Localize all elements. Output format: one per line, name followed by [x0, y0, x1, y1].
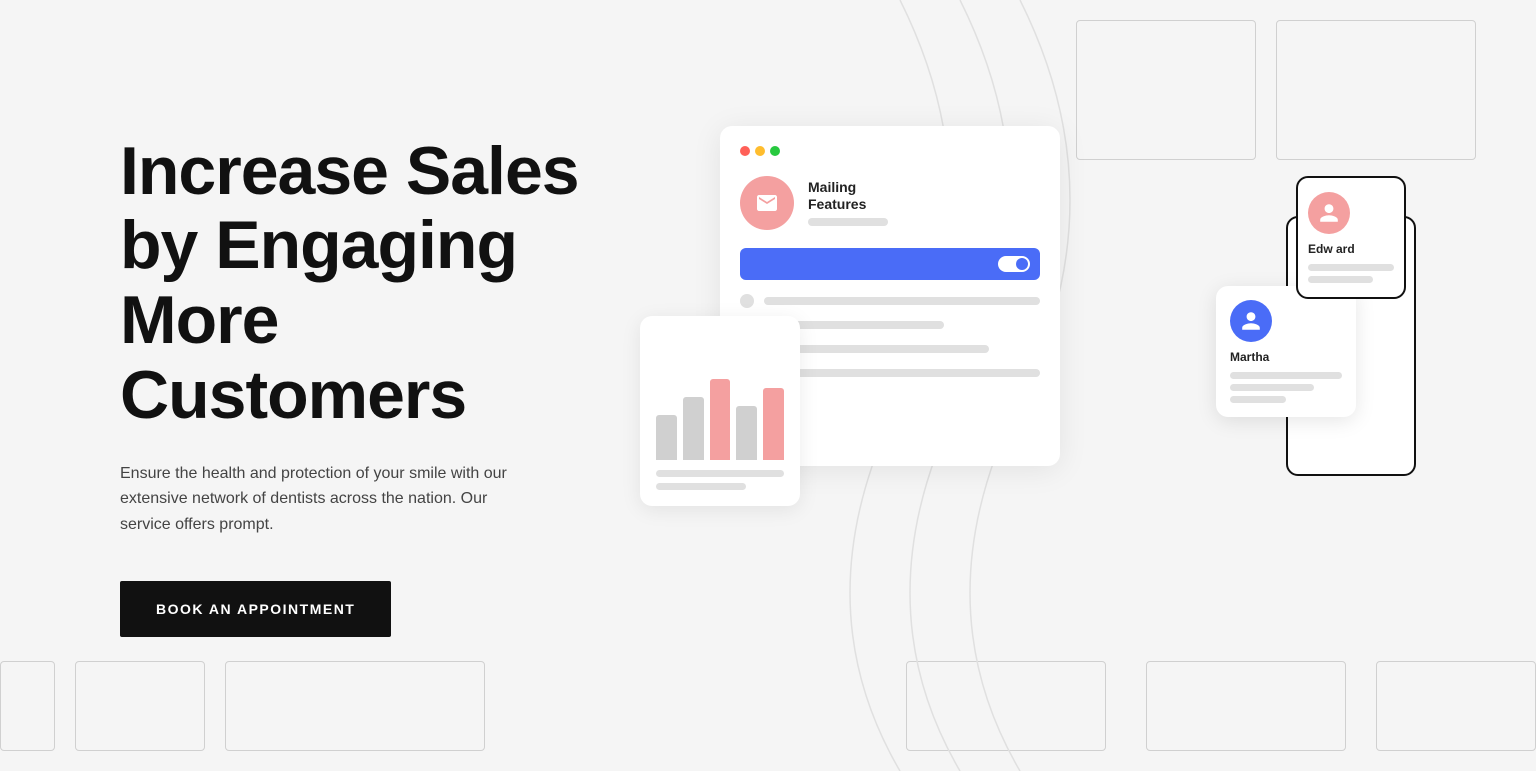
mail-icon-circle	[740, 176, 794, 230]
card-header: Mailing Features	[740, 176, 1040, 230]
chart-card	[640, 316, 800, 506]
user-line	[1308, 264, 1394, 271]
chart-line	[656, 483, 746, 490]
martha-name: Martha	[1230, 350, 1342, 364]
bar-3	[710, 379, 731, 460]
line-bar	[764, 297, 1040, 305]
mailing-text: Mailing Features	[808, 179, 888, 227]
bar-5	[763, 388, 784, 460]
chart-line	[656, 470, 784, 477]
mailing-feature-label: Mailing Features	[808, 179, 888, 213]
chart-bars	[656, 370, 784, 460]
chart-lines	[656, 470, 784, 490]
martha-info-lines	[1230, 372, 1342, 403]
edward-info-lines	[1308, 264, 1394, 283]
user-line	[1230, 396, 1286, 403]
bar-4	[736, 406, 757, 460]
window-dots	[740, 146, 1040, 156]
hero-section: Increase Sales by Engaging More Customer…	[0, 0, 1536, 771]
line-dot	[740, 294, 754, 308]
search-bar	[740, 248, 1040, 280]
user-line	[1230, 384, 1314, 391]
edward-user-card: Edw ard	[1296, 176, 1406, 299]
person-icon	[1318, 202, 1340, 224]
dot-yellow	[755, 146, 765, 156]
martha-avatar	[1230, 300, 1272, 342]
person-icon	[1240, 310, 1262, 332]
user-line	[1308, 276, 1373, 283]
mailing-sub-line	[808, 218, 888, 226]
martha-user-card: Martha	[1216, 286, 1356, 417]
book-appointment-button[interactable]: Book An Appointment	[120, 581, 391, 637]
user-line	[1230, 372, 1342, 379]
mail-icon	[755, 191, 779, 215]
edward-avatar	[1308, 192, 1350, 234]
edward-name: Edw ard	[1308, 242, 1394, 256]
toggle	[998, 256, 1030, 272]
bar-1	[656, 415, 677, 460]
hero-title: Increase Sales by Engaging More Customer…	[120, 134, 640, 433]
hero-left-content: Increase Sales by Engaging More Customer…	[120, 134, 640, 638]
line-bar	[764, 369, 1040, 377]
dot-green	[770, 146, 780, 156]
card-line-row	[740, 294, 1040, 308]
bar-2	[683, 397, 704, 460]
hero-illustration: Mailing Features	[640, 86, 1416, 686]
dot-red	[740, 146, 750, 156]
hero-subtitle: Ensure the health and protection of your…	[120, 461, 540, 538]
